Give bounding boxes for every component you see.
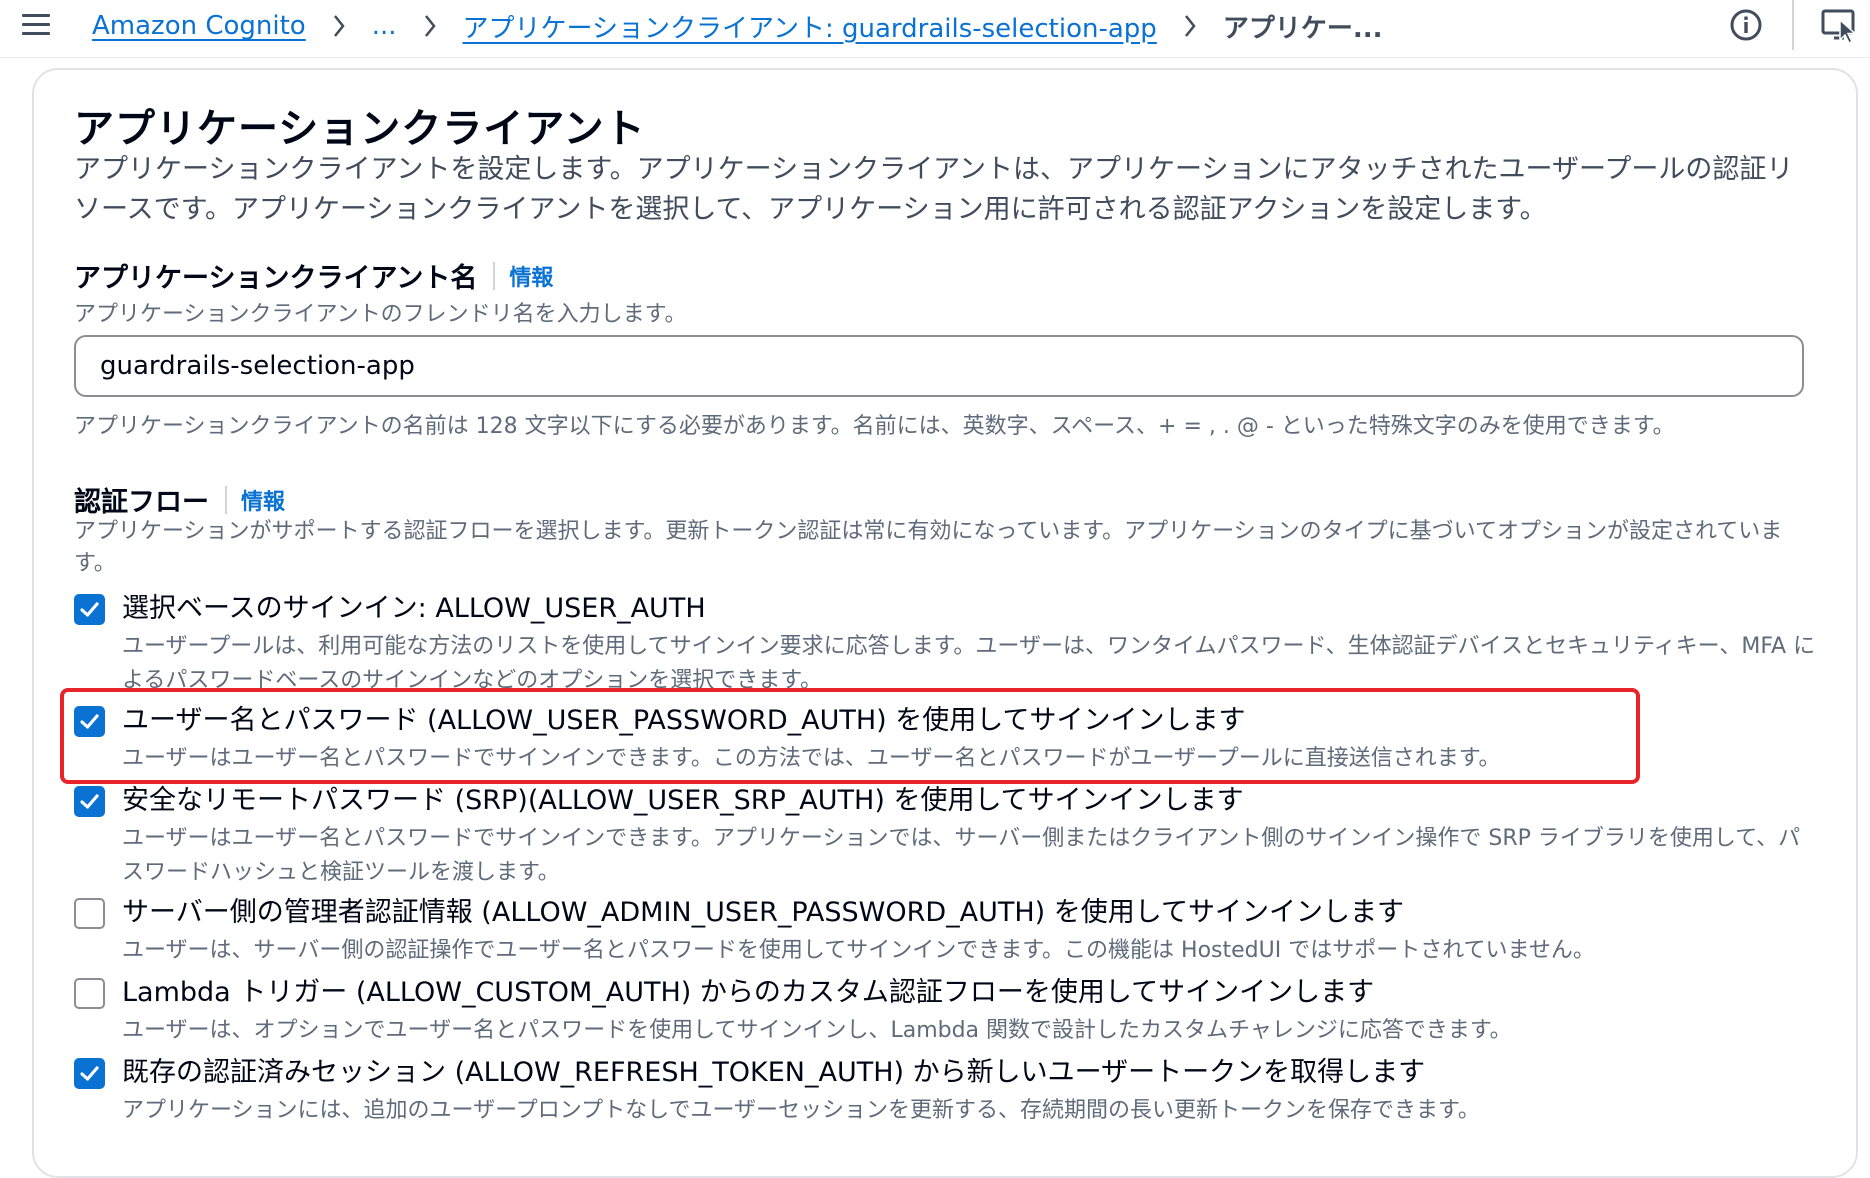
auth-flow-checkbox[interactable]	[74, 706, 105, 737]
auth-flow-option-label[interactable]: Lambda トリガー (ALLOW_CUSTOM_AUTH) からのカスタム認…	[122, 974, 1374, 1012]
auth-flow-info-link[interactable]: 情報	[241, 484, 285, 516]
topbar-divider	[1792, 0, 1794, 50]
auth-flow-option-label[interactable]: サーバー側の管理者認証情報 (ALLOW_ADMIN_USER_PASSWORD…	[122, 894, 1404, 932]
screen-cursor-icon[interactable]	[1820, 6, 1860, 46]
auth-flow-checkbox[interactable]	[74, 786, 105, 817]
auth-flow-checkbox[interactable]	[74, 898, 105, 929]
checkmark-icon	[80, 714, 99, 729]
client-name-label-row: アプリケーションクライアント名 情報	[74, 256, 553, 295]
auth-flow-label: 認証フロー	[74, 487, 209, 518]
breadcrumb-link-ellipsis[interactable]: ...	[372, 11, 397, 41]
auth-flow-option-description: アプリケーションには、追加のユーザープロンプトなしでユーザーセッションを更新する…	[122, 1098, 1480, 1123]
label-divider	[225, 485, 227, 514]
checkmark-icon	[80, 1066, 99, 1081]
hamburger-menu-icon[interactable]	[20, 12, 54, 38]
client-name-constraint: アプリケーションクライアントの名前は 128 文字以下にする必要があります。名前…	[74, 414, 1675, 439]
auth-flow-description: アプリケーションがサポートする認証フローを選択します。更新トークン認証は常に有効…	[74, 519, 1783, 576]
chevron-right-icon	[424, 15, 436, 37]
auth-flow-option-description: ユーザープールは、利用可能な方法のリストを使用してサインイン要求に応答します。ユ…	[122, 634, 1816, 693]
checkmark-icon	[80, 602, 99, 617]
checkmark-icon	[80, 794, 99, 809]
auth-flow-option-description: ユーザーは、オプションでユーザー名とパスワードを使用してサインインし、Lambd…	[122, 1018, 1512, 1043]
info-circle-icon[interactable]	[1729, 8, 1763, 42]
client-name-label: アプリケーションクライアント名	[74, 263, 478, 294]
auth-flow-option-label[interactable]: ユーザー名とパスワード (ALLOW_USER_PASSWORD_AUTH) を…	[122, 702, 1245, 740]
auth-flow-checkbox[interactable]	[74, 594, 105, 625]
auth-flow-option-label[interactable]: 安全なリモートパスワード (SRP)(ALLOW_USER_SRP_AUTH) …	[122, 782, 1244, 820]
breadcrumb-link-amazon-cognito[interactable]: Amazon Cognito	[92, 11, 306, 41]
auth-flow-option-description: ユーザーはユーザー名とパスワードでサインインできます。アプリケーションでは、サー…	[122, 826, 1801, 885]
auth-flow-option-label[interactable]: 既存の認証済みセッション (ALLOW_REFRESH_TOKEN_AUTH) …	[122, 1054, 1425, 1092]
client-name-description: アプリケーションクライアントのフレンドリ名を入力します。	[74, 302, 687, 327]
page-description: アプリケーションクライアントを設定します。アプリケーションクライアントは、アプリ…	[74, 154, 1794, 225]
auth-flow-option-description: ユーザーは、サーバー側の認証操作でユーザー名とパスワードを使用してサインインでき…	[122, 938, 1595, 963]
auth-flow-checkbox[interactable]	[74, 1058, 105, 1089]
breadcrumb-current-page: アプリケー...	[1222, 13, 1383, 44]
client-name-input[interactable]	[74, 335, 1804, 397]
label-divider	[493, 261, 496, 290]
client-name-info-link[interactable]: 情報	[509, 260, 553, 292]
chevron-right-icon	[333, 15, 345, 37]
auth-flow-option-label[interactable]: 選択ベースのサインイン: ALLOW_USER_AUTH	[122, 590, 706, 628]
top-navigation-bar: Amazon Cognito ... アプリケーションクライアント: guard…	[0, 0, 1870, 58]
page-title: アプリケーションクライアント	[74, 106, 646, 152]
auth-flow-checkbox[interactable]	[74, 978, 105, 1009]
breadcrumb-link-app-client[interactable]: アプリケーションクライアント: guardrails-selection-app	[463, 8, 1157, 45]
chevron-right-icon	[1184, 15, 1196, 37]
auth-flow-label-row: 認証フロー 情報	[74, 480, 285, 519]
breadcrumb: Amazon Cognito ... アプリケーションクライアント: guard…	[92, 6, 1382, 46]
auth-flow-option-description: ユーザーはユーザー名とパスワードでサインインできます。この方法では、ユーザー名と…	[122, 746, 1501, 771]
